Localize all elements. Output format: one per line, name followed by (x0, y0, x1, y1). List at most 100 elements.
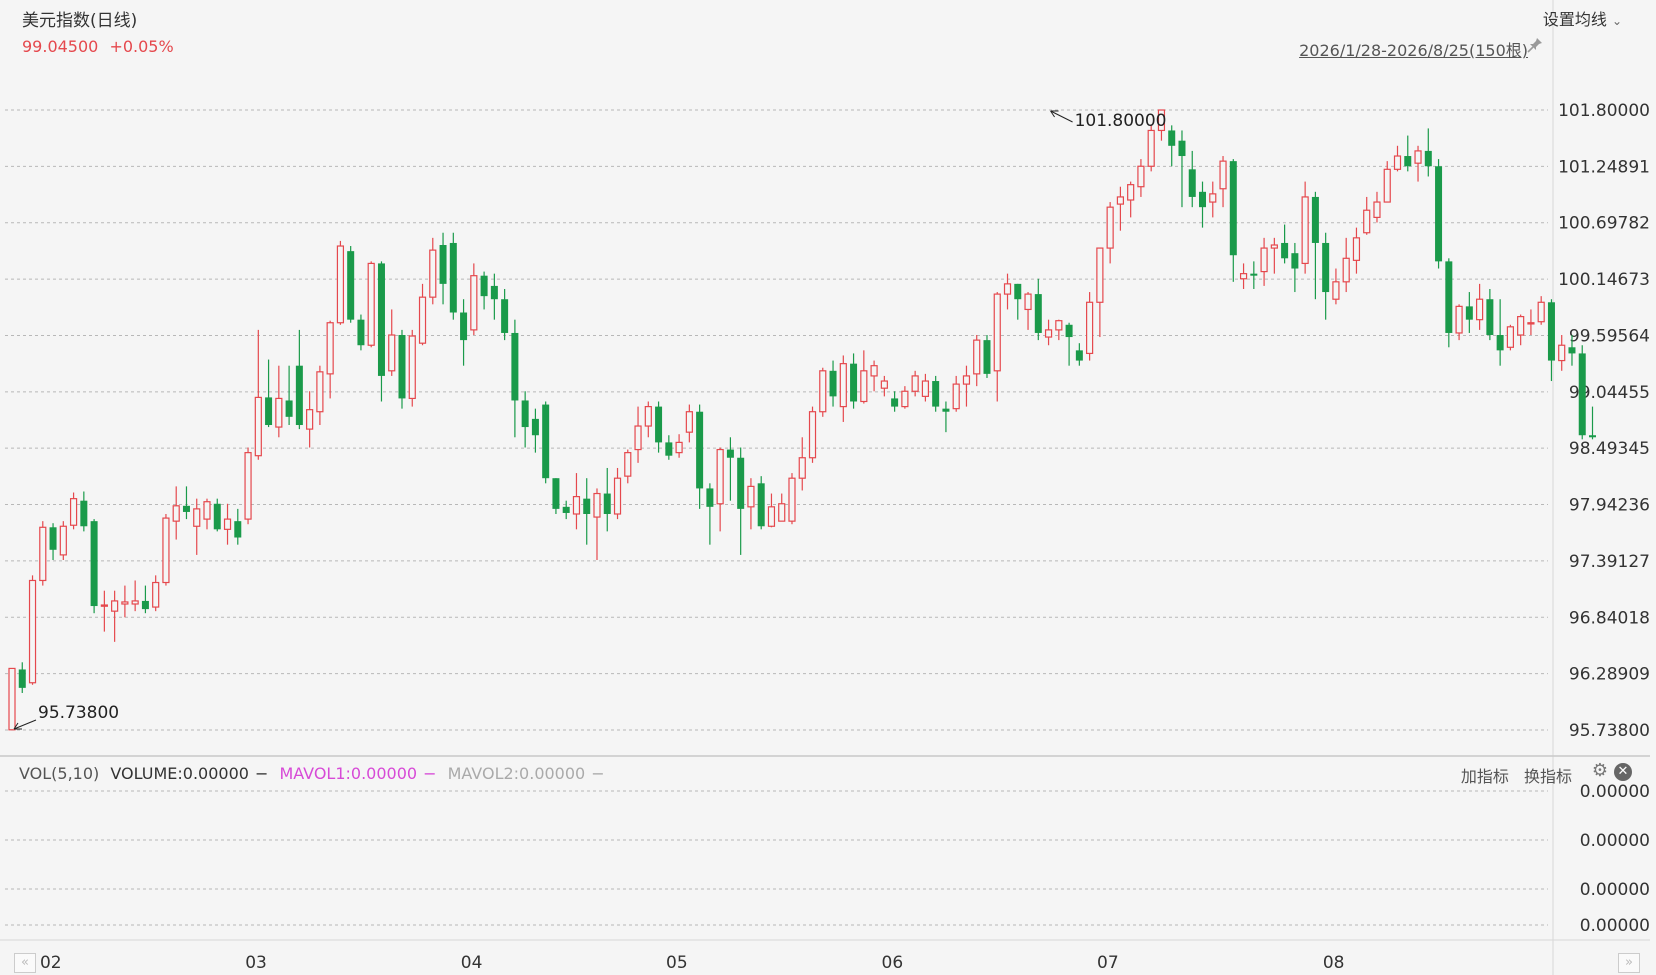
candle-body (593, 492, 601, 518)
candle-up (1147, 125, 1155, 172)
candle-up (1096, 247, 1104, 338)
date-range-link[interactable]: 2026/1/28-2026/8/25(150根) (1299, 37, 1528, 61)
candle-body (1486, 299, 1494, 336)
candle-down (1465, 292, 1473, 333)
candle-down (1445, 258, 1453, 348)
candle-body (1034, 294, 1042, 333)
candle-body (357, 319, 365, 346)
candle-body (1260, 247, 1268, 273)
candle-up (1476, 283, 1484, 330)
candle-down (983, 335, 991, 378)
pin-icon[interactable] (1526, 36, 1544, 58)
candle-body (860, 370, 868, 403)
candle-up (993, 292, 1001, 402)
candle-down (295, 329, 303, 430)
candle-up (275, 365, 283, 438)
candle-body (1352, 237, 1361, 261)
candle-down (552, 478, 560, 514)
candle-down (141, 585, 149, 614)
candle-down (1281, 224, 1289, 264)
candle-body (1147, 129, 1155, 167)
candle-down (501, 288, 509, 341)
candle-body (788, 477, 796, 522)
candle-up (1537, 296, 1545, 325)
mavol2-dash: − (591, 764, 605, 783)
candle-up (901, 386, 909, 409)
candle-down (213, 498, 221, 532)
candle-body (1589, 435, 1597, 438)
candle-body (49, 527, 57, 550)
set-ma-button[interactable]: 设置均线 ⌄ (1543, 6, 1622, 30)
candlestick-chart[interactable]: 101.80000 101.24891 100.69782 100.14673 99.5… (0, 0, 1656, 975)
candle-body (193, 508, 201, 527)
candle-body (932, 381, 940, 407)
candle-up (1219, 156, 1227, 208)
candle-down (726, 437, 734, 501)
candle-body (562, 506, 570, 513)
candle-up (418, 283, 427, 346)
candle-up (1558, 335, 1566, 371)
candle-up (1106, 202, 1114, 264)
candle-body (439, 245, 447, 284)
candle-up (8, 667, 16, 731)
double-chevron-left-icon[interactable]: « (14, 953, 36, 973)
double-chevron-right-icon[interactable]: » (1618, 953, 1640, 973)
candle-body (1127, 184, 1135, 201)
candle-body (1137, 165, 1145, 188)
candle-down (1075, 343, 1083, 366)
candle-up (306, 391, 314, 448)
candle-body (993, 293, 1001, 372)
candle-up (798, 437, 806, 491)
candle-up (1127, 181, 1135, 218)
candle-up (613, 467, 622, 520)
candle-up (921, 373, 930, 402)
candle-up (203, 498, 211, 530)
chevron-down-icon: ⌄ (1611, 14, 1622, 28)
candle-down (377, 261, 385, 402)
candle-body (1270, 244, 1278, 249)
candle-down (706, 483, 714, 545)
switch-indicator-button[interactable]: 换指标 (1524, 767, 1572, 786)
candle-down (1547, 299, 1555, 382)
candle-up (367, 261, 375, 348)
candle-body (1065, 324, 1073, 338)
candle-down (1229, 159, 1237, 282)
candle-body (726, 449, 734, 458)
candle-up (1209, 181, 1217, 218)
candle-body (1003, 283, 1012, 295)
candle-down (737, 447, 745, 555)
candle-body (418, 296, 427, 344)
candle-down (265, 359, 273, 428)
candle-body (1075, 350, 1083, 361)
candle-body (952, 383, 960, 410)
volume-legend: VOL(5,10) VOLUME:0.00000− MAVOL1:0.00000… (19, 764, 611, 783)
candle-body (326, 322, 334, 375)
candle-body (891, 398, 899, 407)
candle-body (613, 477, 622, 515)
candle-body (665, 442, 673, 456)
candle-down (398, 329, 406, 409)
candle-body (1435, 166, 1443, 262)
candle-down (182, 486, 190, 520)
last-price: 99.04500 (22, 37, 99, 56)
candle-down (80, 491, 88, 532)
chart-title: 美元指数(日线) (22, 11, 138, 31)
close-icon[interactable]: ✕ (1614, 763, 1632, 781)
candle-body (265, 397, 273, 426)
candle-down (449, 232, 457, 320)
month-tick-label: 02 (40, 953, 62, 973)
candle-body (111, 600, 119, 612)
candle-up (1239, 263, 1248, 289)
volume-tick-label: 0.00000 (1580, 831, 1650, 851)
candle-body (880, 380, 888, 389)
add-indicator-button[interactable]: 加指标 (1461, 767, 1509, 786)
price-change: 99.04500 +0.05% (22, 37, 174, 56)
candle-up (880, 375, 888, 397)
gear-icon[interactable]: ⚙ (1592, 760, 1608, 781)
candle-down (1435, 159, 1443, 269)
candle-up (1393, 145, 1402, 172)
candle-body (1476, 298, 1484, 321)
candle-body (121, 601, 129, 605)
candle-body (819, 370, 827, 413)
candle-body (172, 505, 180, 522)
